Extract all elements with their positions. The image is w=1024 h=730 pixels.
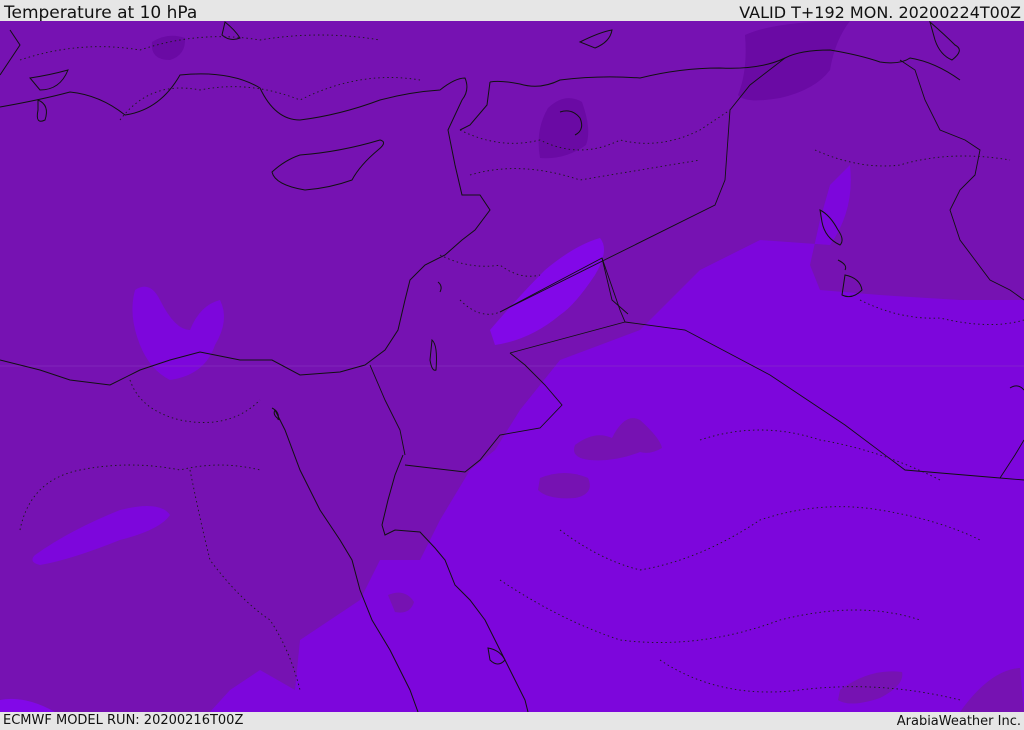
weather-map	[0, 21, 1024, 712]
valid-time: VALID T+192 MON. 20200224T00Z	[739, 3, 1021, 22]
header-bar: Temperature at 10 hPa VALID T+192 MON. 2…	[0, 0, 1024, 23]
footer-bar: ECMWF MODEL RUN: 20200216T00Z ArabiaWeat…	[0, 712, 1024, 729]
model-run-label: ECMWF MODEL RUN: 20200216T00Z	[3, 713, 244, 728]
warm-patch-arabia-2	[538, 473, 590, 499]
chart-title: Temperature at 10 hPa	[4, 3, 198, 23]
credit-label: ArabiaWeather Inc.	[896, 714, 1021, 729]
